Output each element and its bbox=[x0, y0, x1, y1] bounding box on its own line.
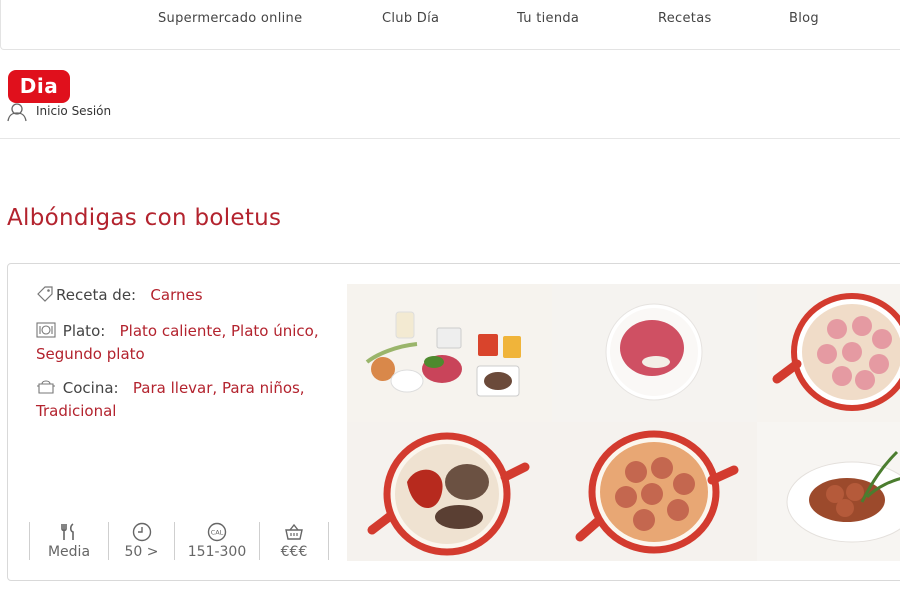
nav-club-dia[interactable]: Club Día bbox=[382, 11, 439, 26]
stat-time-value: 50 > bbox=[124, 544, 159, 560]
cutlery-icon bbox=[61, 523, 74, 540]
clock-icon bbox=[132, 522, 151, 542]
page-title: Albóndigas con boletus bbox=[7, 205, 282, 231]
dia-logo[interactable]: Dia bbox=[8, 70, 70, 103]
basket-icon bbox=[285, 523, 303, 540]
sauce-pan-photo[interactable] bbox=[347, 422, 552, 561]
nav-tu-tienda[interactable]: Tu tienda bbox=[517, 11, 579, 26]
nav-blog[interactable]: Blog bbox=[789, 11, 819, 26]
category-value[interactable]: Carnes bbox=[150, 286, 202, 304]
nav-supermercado-online[interactable]: Supermercado online bbox=[158, 11, 302, 26]
stat-time: 50 > bbox=[108, 522, 174, 560]
stat-difficulty: Media bbox=[29, 522, 108, 560]
top-navigation: Supermercado online Club Día Tu tienda R… bbox=[0, 0, 900, 50]
meatballs-sauce-photo[interactable] bbox=[552, 422, 757, 561]
dish-icon bbox=[36, 321, 56, 344]
nav-recetas[interactable]: Recetas bbox=[658, 11, 712, 26]
dish-label: Plato: bbox=[62, 322, 106, 340]
login-label: Inicio Sesión bbox=[36, 104, 112, 118]
recipe-cuisine: Cocina: Para llevar, Para niños, Tradici… bbox=[36, 378, 336, 421]
recipe-dish-type: Plato: Plato caliente, Plato único, Segu… bbox=[36, 321, 336, 364]
stat-calories-value: 151-300 bbox=[187, 544, 247, 560]
calories-icon: CAL bbox=[207, 522, 227, 542]
stat-difficulty-value: Media bbox=[47, 544, 91, 560]
pot-icon bbox=[36, 378, 56, 401]
plated-dish-photo[interactable] bbox=[757, 422, 900, 561]
meatballs-pan-photo[interactable] bbox=[757, 284, 900, 422]
user-icon bbox=[7, 103, 27, 122]
tag-icon bbox=[36, 285, 54, 308]
stat-cost-value: €€€ bbox=[280, 544, 308, 560]
recipe-step-gallery bbox=[347, 284, 900, 561]
stat-calories: CAL 151-300 bbox=[174, 522, 259, 560]
recipe-category: Receta de: Carnes bbox=[36, 285, 336, 308]
stat-cost: €€€ bbox=[259, 522, 329, 560]
recipe-stats: Media 50 > CAL 151-300 €€€ bbox=[29, 522, 329, 562]
svg-text:CAL: CAL bbox=[211, 529, 224, 537]
ingredients-photo[interactable] bbox=[347, 284, 552, 422]
cuisine-label: Cocina: bbox=[62, 379, 119, 397]
header-divider bbox=[0, 138, 900, 139]
category-label: Receta de: bbox=[56, 286, 137, 304]
recipe-card: Receta de: Carnes Plato: Plato caliente,… bbox=[7, 263, 900, 581]
minced-meat-bowl-photo[interactable] bbox=[552, 284, 757, 422]
login-link[interactable]: Inicio Sesión bbox=[6, 100, 111, 122]
